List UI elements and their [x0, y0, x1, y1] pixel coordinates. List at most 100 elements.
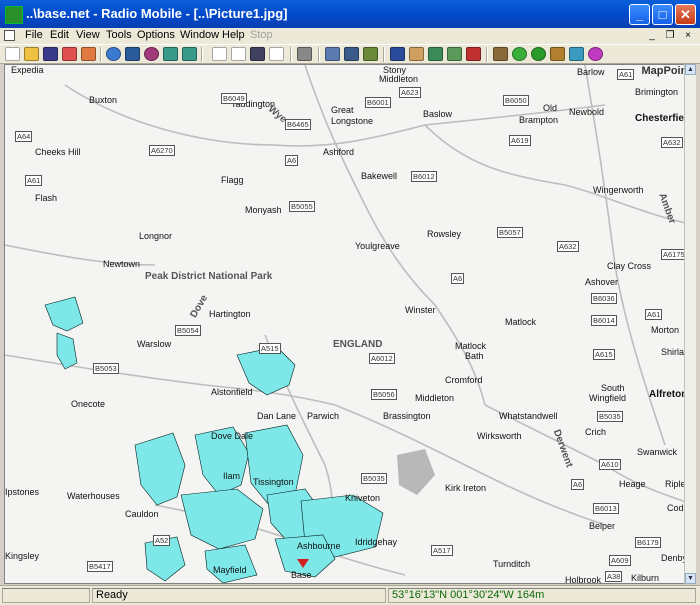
save-picture-icon[interactable] [250, 47, 265, 61]
place-label: Kilburn [631, 573, 660, 583]
place-label: Bath [465, 351, 484, 361]
place-label: Flash [35, 193, 58, 203]
place-label: Holbrook [565, 575, 602, 584]
menu-edit[interactable]: Edit [50, 29, 69, 41]
road-shield: B5057 [497, 227, 523, 238]
road-shield: A61 [25, 175, 43, 186]
toolbar-separator [290, 47, 292, 62]
world-icon[interactable] [106, 47, 121, 61]
picture-props-icon[interactable] [144, 47, 159, 61]
road-shield: B6036 [591, 293, 617, 304]
status-pane-empty [2, 588, 90, 603]
document-icon[interactable] [4, 30, 15, 41]
road-shield: A623 [399, 87, 421, 98]
place-label: Newbold [569, 107, 605, 117]
maximize-button[interactable]: □ [652, 4, 673, 25]
menu-help[interactable]: Help [222, 29, 245, 41]
cloud-icon[interactable] [588, 47, 603, 61]
map-props-icon[interactable] [125, 47, 140, 61]
place-label: Kingsley [5, 551, 40, 561]
cross-icon[interactable] [466, 47, 481, 61]
place-label: Idridgehay [355, 537, 398, 547]
scroll-down-button[interactable]: ▼ [685, 573, 696, 584]
menu-view[interactable]: View [76, 29, 100, 41]
place-label: Bakewell [361, 171, 398, 181]
place-label: Dove Dale [211, 431, 254, 441]
place-label: Whatstandwell [499, 411, 558, 421]
place-label: Heage [619, 479, 646, 489]
antenna-icon[interactable] [493, 47, 508, 61]
place-label: Great [331, 105, 354, 115]
road-shield: B6013 [593, 503, 619, 514]
road-shield: B6050 [503, 95, 529, 106]
render-icon[interactable] [363, 47, 378, 61]
menu-options[interactable]: Options [137, 29, 175, 41]
map-view[interactable]: MapPoint Expedia Buxton Stony Middleton … [4, 64, 696, 584]
status-bar: Ready 53°16'13"N 001°30'24"W 164m [0, 585, 700, 605]
mdi-minimize-button[interactable]: _ [645, 30, 659, 42]
toolbar-separator [318, 47, 320, 62]
coverage-icon[interactable] [531, 47, 546, 61]
view-icon[interactable] [390, 47, 405, 61]
urban-area [397, 449, 435, 495]
menu-file[interactable]: File [25, 29, 43, 41]
place-label: Ashford [323, 147, 355, 157]
merge-icon[interactable] [325, 47, 340, 61]
vertical-scrollbar[interactable]: ▲ ▼ [684, 64, 696, 584]
scroll-up-button[interactable]: ▲ [685, 64, 696, 75]
place-label: Clay Cross [607, 261, 652, 271]
mdi-close-button[interactable]: × [681, 30, 695, 42]
place-label: Waterhouses [67, 491, 120, 501]
overlay-icon[interactable] [344, 47, 359, 61]
paste-icon[interactable] [269, 47, 284, 61]
place-label: Morton [651, 325, 680, 335]
select-icon[interactable] [428, 47, 443, 61]
mdi-restore-button[interactable]: ❐ [663, 30, 677, 42]
new-icon[interactable] [5, 47, 20, 61]
close-button[interactable]: ✕ [675, 4, 696, 25]
menu-tools[interactable]: Tools [106, 29, 132, 41]
place-label: Kniveton [345, 493, 381, 503]
menu-window[interactable]: Window [180, 29, 219, 41]
copy-icon[interactable] [212, 47, 227, 61]
network-props-icon[interactable] [62, 47, 77, 61]
road-shield: A619 [509, 135, 531, 146]
place-label: South [601, 383, 625, 393]
status-coordinates: 53°16'13"N 001°30'24"W 164m [388, 588, 696, 603]
road-shield: A609 [609, 555, 631, 566]
place-label: Mayfield [213, 565, 247, 575]
toolbar-separator [486, 47, 488, 62]
road-shield: A61 [645, 309, 663, 320]
radio-mobile-app-icon[interactable] [5, 6, 23, 24]
road-shield: B5055 [289, 201, 315, 212]
place-label: Swanwick [637, 447, 678, 457]
copy-all-icon[interactable] [231, 47, 246, 61]
back-icon[interactable] [163, 47, 178, 61]
print-icon[interactable] [297, 47, 312, 61]
route-icon[interactable] [569, 47, 584, 61]
place-label: Cromford [445, 375, 483, 385]
tower-icon[interactable] [550, 47, 565, 61]
draw-icon[interactable] [409, 47, 424, 61]
radio-link-icon[interactable] [512, 47, 527, 61]
toolbar-separator [383, 47, 385, 62]
road-shield: A64 [15, 131, 33, 142]
place-label: Brassington [383, 411, 431, 421]
forward-icon[interactable] [182, 47, 197, 61]
place-label: Old [543, 103, 558, 113]
road-shield: A515 [259, 343, 281, 354]
road-shield: B5035 [361, 473, 387, 484]
grid-icon[interactable] [447, 47, 462, 61]
save-icon[interactable] [43, 47, 58, 61]
place-label: Warslow [137, 339, 172, 349]
open-icon[interactable] [24, 47, 39, 61]
place-label: Cauldon [125, 509, 159, 519]
minimize-button[interactable]: _ [629, 4, 650, 25]
window-title: ..\base.net - Radio Mobile - [..\Picture… [26, 6, 288, 21]
unit-props-icon[interactable] [81, 47, 96, 61]
road-shield: B5035 [597, 411, 623, 422]
road-shield: A6012 [369, 353, 395, 364]
title-bar: ..\base.net - Radio Mobile - [..\Picture… [0, 0, 700, 28]
road-shield: B5054 [175, 325, 201, 336]
place-label: Flagg [221, 175, 244, 185]
